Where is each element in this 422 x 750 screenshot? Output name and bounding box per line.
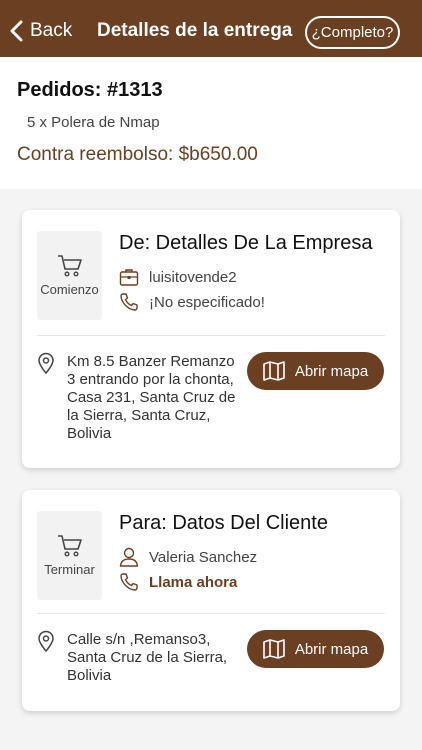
map-icon bbox=[263, 361, 285, 381]
dropoff-customer-name: Valeria Sanchez bbox=[149, 548, 258, 566]
pickup-map-label: Abrir mapa bbox=[294, 362, 369, 380]
divider bbox=[37, 335, 385, 336]
dropoff-card: Terminar Para: Datos Del Cliente Valeria… bbox=[22, 490, 400, 711]
pickup-business-name: luisitovende2 bbox=[149, 268, 237, 286]
start-label: Comienzo bbox=[40, 282, 99, 297]
pickup-title: De: Detalles De La Empresa bbox=[119, 232, 373, 254]
complete-button[interactable]: ¿Completo? bbox=[305, 16, 400, 49]
page-title: Detalles de la entrega bbox=[97, 20, 293, 41]
start-button[interactable]: Comienzo bbox=[37, 231, 102, 320]
order-payment: Contra reembolso: $b650.00 bbox=[17, 144, 258, 165]
back-label: Back bbox=[30, 20, 73, 41]
dropoff-open-map-button[interactable]: Abrir mapa bbox=[247, 630, 384, 668]
chevron-left-icon bbox=[10, 20, 23, 42]
pickup-card: Comienzo De: Detalles De La Empresa luis… bbox=[22, 210, 400, 468]
pickup-address: Km 8.5 Banzer Remanzo 3 entrando por la … bbox=[37, 352, 239, 443]
pickup-address-text: Km 8.5 Banzer Remanzo 3 entrando por la … bbox=[67, 353, 236, 442]
cart-icon bbox=[57, 255, 82, 277]
finish-button[interactable]: Terminar bbox=[37, 511, 102, 600]
briefcase-icon bbox=[119, 269, 139, 286]
pickup-phone: ¡No especificado! bbox=[149, 293, 265, 311]
map-icon bbox=[263, 639, 285, 659]
dropoff-title: Para: Datos Del Cliente bbox=[119, 512, 328, 534]
user-icon bbox=[119, 547, 139, 567]
order-item: 5 x Polera de Nmap bbox=[27, 114, 160, 131]
dropoff-address-text: Calle s/n ,Remanso3, Santa Cruz de la Si… bbox=[67, 631, 228, 684]
cart-icon bbox=[57, 535, 82, 557]
divider bbox=[37, 613, 385, 614]
location-pin-icon bbox=[38, 352, 54, 374]
dropoff-address: Calle s/n ,Remanso3, Santa Cruz de la Si… bbox=[37, 630, 239, 685]
finish-label: Terminar bbox=[44, 562, 95, 577]
pickup-business-row: luisitovende2 bbox=[119, 267, 237, 287]
call-now-link[interactable]: Llama ahora bbox=[119, 572, 237, 592]
pickup-open-map-button[interactable]: Abrir mapa bbox=[247, 352, 384, 390]
app-header: Back Detalles de la entrega ¿Completo? bbox=[0, 0, 422, 57]
order-summary: Pedidos: #1313 5 x Polera de Nmap Contra… bbox=[0, 57, 422, 189]
phone-icon bbox=[120, 293, 138, 311]
dropoff-customer-row: Valeria Sanchez bbox=[119, 547, 257, 567]
dropoff-map-label: Abrir mapa bbox=[294, 640, 369, 658]
phone-icon bbox=[120, 573, 138, 591]
location-pin-icon bbox=[38, 630, 54, 652]
back-button[interactable]: Back bbox=[8, 16, 72, 46]
pickup-phone-row: ¡No especificado! bbox=[119, 292, 265, 312]
order-number: Pedidos: #1313 bbox=[17, 79, 163, 101]
call-now-label: Llama ahora bbox=[149, 573, 238, 591]
